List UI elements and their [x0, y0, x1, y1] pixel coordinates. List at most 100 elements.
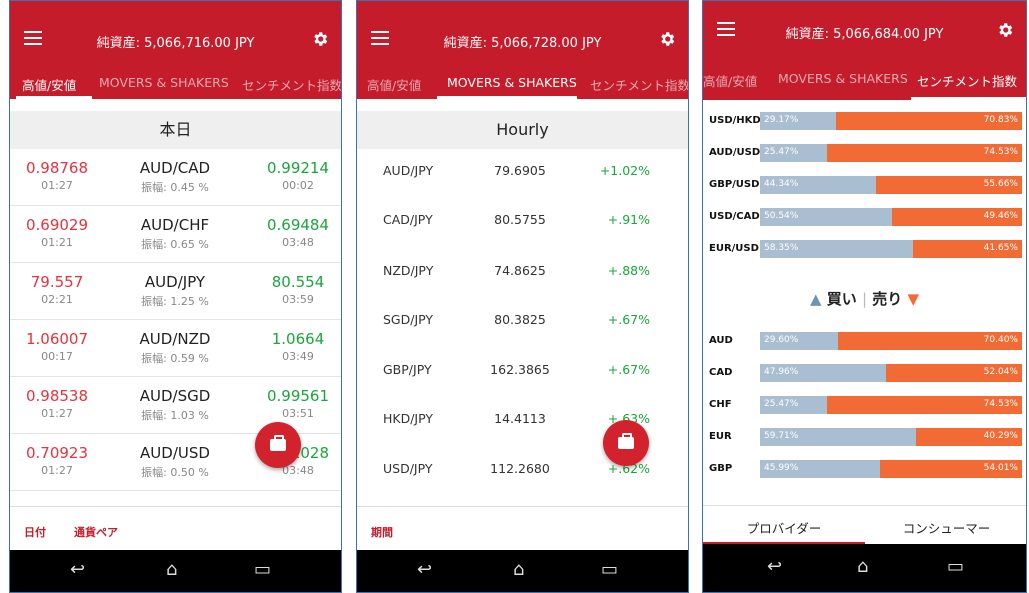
buy-percent: 59.71% — [764, 431, 799, 441]
filter-footer: 日付 通貨ペア — [10, 506, 341, 552]
price-value: 162.3865 — [490, 362, 550, 377]
sentiment-bar: 47.96% 52.04% — [760, 364, 1022, 382]
trade-fab-button[interactable] — [255, 422, 301, 468]
change-value: +1.02% — [599, 163, 650, 178]
high-value: 0.99214 — [266, 159, 330, 177]
android-nav-bar: ↩ ⌂ ▭ — [10, 550, 341, 592]
up-arrow-icon: ▲ — [809, 290, 822, 308]
buy-percent: 58.35% — [764, 243, 799, 253]
screen-sentiment: 純資産: 5,066,684.00 JPY 高値/安値 MOVERS & SHA… — [702, 0, 1027, 593]
price-value: 14.4113 — [494, 411, 546, 426]
low-value: 79.557 — [30, 273, 84, 291]
sentiment-label: GBP — [709, 463, 733, 474]
sentiment-row: AUD 29.60% 70.40% — [703, 329, 1026, 355]
sell-percent: 41.65% — [983, 243, 1018, 253]
tab-sentiment[interactable]: センチメント指数 — [242, 75, 341, 94]
low-time: 00:17 — [41, 350, 73, 363]
tab-movers-shakers[interactable]: MOVERS & SHAKERS — [447, 75, 577, 90]
back-icon[interactable]: ↩ — [70, 559, 85, 580]
tab-indicator — [16, 96, 92, 99]
table-row[interactable]: 0.98768 01:27 AUD/CAD 振幅: 0.45 % 0.99214 00… — [10, 149, 341, 206]
low-time: 01:21 — [41, 236, 73, 249]
buy-percent: 44.34% — [764, 179, 799, 189]
table-row[interactable]: 79.557 02:21 AUD/JPY 振幅: 1.25 % 80.554 03:5… — [10, 263, 341, 320]
tab-movers-shakers[interactable]: MOVERS & SHAKERS — [778, 71, 908, 86]
app-header: 純資産: 5,066,728.00 JPY 高値/安値 MOVERS & SHA… — [357, 1, 688, 99]
home-icon[interactable]: ⌂ — [857, 556, 868, 577]
sentiment-bar: 50.54% 49.46% — [760, 208, 1022, 226]
range-text: 振幅: 1.03 % — [141, 409, 209, 422]
tab-sentiment[interactable]: センチメント指数 — [917, 71, 1017, 90]
buy-percent: 47.96% — [764, 367, 799, 377]
tab-indicator — [437, 96, 577, 99]
pair-name: AUD/USD — [140, 444, 210, 462]
screen-movers-shakers: 純資産: 5,066,728.00 JPY 高値/安値 MOVERS & SHA… — [356, 0, 689, 593]
pair-name: NZD/JPY — [383, 263, 434, 278]
change-value: +.91% — [607, 212, 650, 227]
price-value: 112.2680 — [490, 461, 550, 476]
sentiment-label: USD/HKD — [709, 115, 761, 126]
sentiment-label: CAD — [709, 367, 733, 378]
buy-label: 買い — [826, 290, 857, 308]
low-time: 01:27 — [41, 407, 73, 420]
source-tabs: プロバイダー コンシューマー — [703, 505, 1026, 545]
buy-percent: 29.60% — [764, 335, 799, 345]
sell-percent: 54.01% — [983, 463, 1018, 473]
tab-high-low[interactable]: 高値/安値 — [22, 75, 76, 94]
high-time: 00:02 — [282, 179, 314, 192]
android-nav-bar: ↩ ⌂ ▭ — [357, 550, 688, 592]
tab-provider[interactable]: プロバイダー — [703, 518, 865, 537]
sentiment-bar: 25.47% 74.53% — [760, 144, 1022, 162]
sell-label: 売り — [872, 290, 903, 308]
tab-movers-shakers[interactable]: MOVERS & SHAKERS — [99, 75, 229, 90]
pair-name: AUD/CAD — [139, 159, 211, 177]
filter-pair-link[interactable]: 通貨ペア — [74, 524, 118, 540]
table-row[interactable]: 0.69029 01:21 AUD/CHF 振幅: 0.65 % 0.69484 03… — [10, 206, 341, 263]
pair-name: AUD/JPY — [383, 163, 434, 178]
tab-sentiment[interactable]: センチメント指数 — [590, 75, 688, 94]
home-icon[interactable]: ⌂ — [166, 559, 177, 580]
down-arrow-icon: ▼ — [907, 290, 920, 308]
tab-high-low[interactable]: 高値/安値 — [367, 75, 421, 94]
back-icon[interactable]: ↩ — [767, 556, 782, 577]
table-row[interactable]: 1.06007 00:17 AUD/NZD 振幅: 0.59 % 1.0664 03:… — [10, 320, 341, 377]
gear-icon[interactable] — [996, 21, 1014, 39]
sentiment-bar: 25.47% 74.53% — [760, 396, 1022, 414]
back-icon[interactable]: ↩ — [417, 559, 432, 580]
section-header: 本日 — [10, 111, 341, 149]
sentiment-bar: 29.17% 70.83% — [760, 112, 1022, 130]
sentiment-row: GBP/USD 44.34% 55.66% — [703, 173, 1026, 199]
recents-icon[interactable]: ▭ — [254, 559, 271, 580]
sell-percent: 74.53% — [983, 399, 1018, 409]
sell-percent: 70.83% — [983, 115, 1018, 125]
price-value: 80.5755 — [494, 212, 546, 227]
change-value: +.67% — [607, 362, 650, 377]
price-value: 80.3825 — [494, 312, 546, 327]
low-value: 1.06007 — [25, 330, 89, 348]
briefcase-icon — [270, 435, 286, 451]
tab-high-low[interactable]: 高値/安値 — [703, 71, 757, 90]
low-time: 01:27 — [41, 179, 73, 192]
sentiment-row: AUD/USD 25.47% 74.53% — [703, 141, 1026, 167]
recents-icon[interactable]: ▭ — [947, 556, 964, 577]
sell-percent: 70.40% — [983, 335, 1018, 345]
gear-icon[interactable] — [658, 30, 676, 48]
high-value: 0.69484 — [266, 216, 330, 234]
sentiment-label: USD/CAD — [709, 211, 760, 222]
tab-consumer[interactable]: コンシューマー — [865, 518, 1026, 537]
trade-fab-button[interactable] — [603, 420, 649, 466]
high-time: 03:59 — [282, 293, 314, 306]
sentiment-bar: 45.99% 54.01% — [760, 460, 1022, 478]
home-icon[interactable]: ⌂ — [513, 559, 524, 580]
recents-icon[interactable]: ▭ — [601, 559, 618, 580]
high-time: 03:51 — [282, 407, 314, 420]
low-value: 0.98768 — [25, 159, 89, 177]
gear-icon[interactable] — [311, 30, 329, 48]
change-value: +.67% — [607, 312, 650, 327]
filter-period-link[interactable]: 期間 — [371, 524, 393, 540]
filter-date-link[interactable]: 日付 — [24, 524, 46, 540]
price-value: 79.6905 — [494, 163, 546, 178]
net-assets-title: 純資産: 5,066,728.00 JPY — [443, 36, 602, 51]
sentiment-row: EUR 59.71% 40.29% — [703, 425, 1026, 451]
low-value: 0.70923 — [25, 444, 89, 462]
